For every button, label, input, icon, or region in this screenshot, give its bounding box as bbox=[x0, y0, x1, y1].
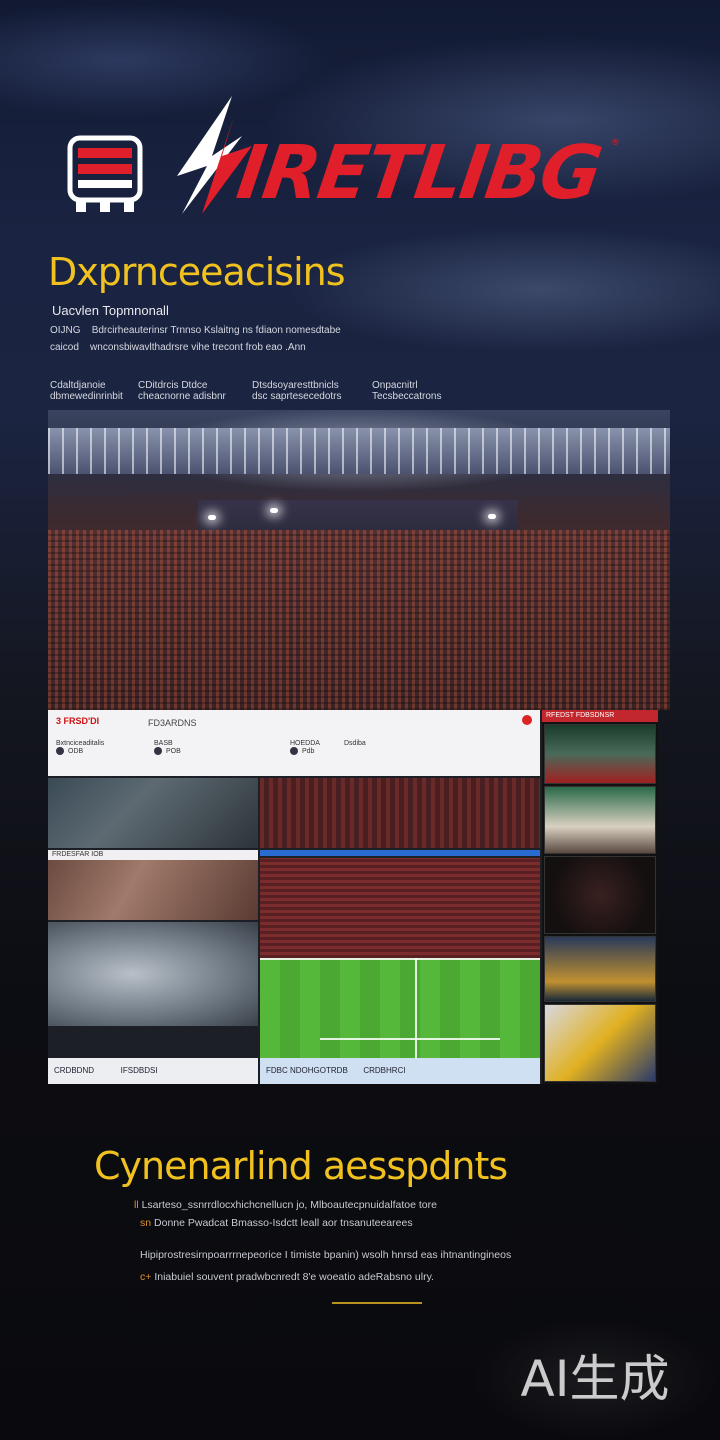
hero-headline: Dxprnceeacisins bbox=[48, 250, 346, 294]
scoreboard-strip bbox=[260, 850, 540, 856]
line-tag: c+ bbox=[140, 1271, 152, 1283]
section-line: Hipiprostresirnpoarrrnepeorice I timiste… bbox=[140, 1249, 511, 1261]
video-thumbnail[interactable] bbox=[48, 778, 258, 848]
stat-value: ODB bbox=[68, 747, 84, 755]
brand-wordmark: IRETLIBG bbox=[231, 130, 606, 216]
stat-item: BASB POB bbox=[154, 740, 181, 755]
section-divider bbox=[332, 1302, 422, 1304]
side-thumbnail[interactable] bbox=[544, 724, 656, 784]
section-line: sn Donne Pwadcat Bmasso-Isdctt leall aor… bbox=[140, 1217, 413, 1229]
footer-label: FDBC NDOHGOTRDB bbox=[266, 1066, 348, 1075]
panel-label: FRDESFAR IOB bbox=[48, 850, 258, 860]
floodlight bbox=[270, 508, 278, 513]
dashboard-header: 3 FRSD'DI FD3ARDNS Bxtnciceaditalis ODB … bbox=[48, 710, 540, 776]
dashboard-logo: 3 FRSD'DI bbox=[56, 716, 100, 726]
feature-title: Onpacnitrl bbox=[372, 380, 418, 391]
floodlight bbox=[208, 515, 216, 520]
stands-panel bbox=[260, 858, 540, 958]
notification-icon[interactable] bbox=[522, 715, 532, 725]
section-title: Cynenarlind aesspdnts bbox=[94, 1144, 508, 1188]
side-thumbnail[interactable] bbox=[544, 936, 656, 1002]
line-tag: sn bbox=[140, 1217, 152, 1229]
brand-emblem-icon bbox=[67, 135, 143, 212]
pitch-line bbox=[260, 958, 540, 960]
trademark-symbol: ® bbox=[612, 137, 619, 147]
feature-item: Onpacnitrl Tecsbeccatrons bbox=[372, 380, 441, 402]
stat-value: Pdb bbox=[302, 747, 315, 755]
stat-label: BASB bbox=[154, 740, 173, 747]
feature-title: Dtsdsoyaresttbnicls bbox=[252, 380, 339, 391]
stat-dot-icon bbox=[56, 747, 64, 755]
intro-line-2: caicod wnconsbiwavlthadrsre vihe trecont… bbox=[50, 342, 306, 353]
feature-item: Cdaltdjanoie dbmewedinrinbit bbox=[50, 380, 123, 402]
feature-desc: Tecsbeccatrons bbox=[372, 391, 442, 402]
dashboard-footer: CRDBDND IFSDBDSI bbox=[48, 1058, 258, 1084]
stat-label: Dsdiba bbox=[344, 740, 366, 747]
line-text: Lsarteso_ssnrrdlocxhichcnellucn jo, Mlbo… bbox=[141, 1199, 437, 1211]
side-thumbnail[interactable] bbox=[544, 786, 656, 854]
line-text: Donne Pwadcat Bmasso-Isdctt leall aor tn… bbox=[154, 1217, 413, 1229]
pitch-panel bbox=[260, 958, 540, 1058]
dashboard-footer: FDBC NDOHGOTRDB CRDBHRCI bbox=[260, 1058, 540, 1084]
dashboard-nav[interactable]: FD3ARDNS bbox=[148, 718, 197, 728]
stat-item: Bxtnciceaditalis ODB bbox=[56, 740, 104, 755]
hero-subhead: Uacvlen Topmnonall bbox=[52, 303, 169, 318]
intro-text: Bdrcirheauterinsr Trnnso Kslaitng ns fdi… bbox=[91, 325, 341, 336]
intro-tag: caicod bbox=[50, 342, 79, 353]
feature-desc: cheacnorne adisbnr bbox=[138, 391, 226, 402]
pitch-line bbox=[320, 1038, 500, 1040]
footer-label: IFSDBDSI bbox=[120, 1066, 158, 1075]
side-thumbnail[interactable] bbox=[544, 1004, 656, 1082]
feature-title: Cdaltdjanoie bbox=[50, 380, 106, 391]
stat-value: POB bbox=[166, 747, 181, 755]
feature-item: Dtsdsoyaresttbnicls dsc saprtesecedotrs bbox=[252, 380, 342, 402]
intro-tag: OIJNG bbox=[50, 325, 81, 336]
section-line: ll Lsarteso_ssnrrdlocxhichcnellucn jo, M… bbox=[134, 1199, 437, 1211]
stat-dot-icon bbox=[290, 747, 298, 755]
pitch-line bbox=[415, 958, 417, 1058]
side-header: RFEDST FDBSDNSR bbox=[542, 710, 658, 722]
footer-label: CRDBDND bbox=[54, 1066, 94, 1075]
feature-desc: dbmewedinrinbit bbox=[50, 391, 123, 402]
feature-title: CDitdrcis Dtdce bbox=[138, 380, 208, 391]
side-thumbnail[interactable] bbox=[544, 856, 656, 934]
stat-item: HOEDDA Pdb bbox=[290, 740, 320, 755]
feature-desc: dsc saprtesecedotrs bbox=[252, 391, 342, 402]
crowd-panel bbox=[260, 778, 540, 848]
stat-item: Dsdiba bbox=[344, 740, 366, 747]
stadium-hero-image bbox=[48, 410, 670, 710]
floodlight bbox=[488, 514, 496, 519]
stadium-roof bbox=[48, 428, 670, 474]
stat-label: HOEDDA bbox=[290, 740, 320, 747]
line-text: Iniabuiel souvent pradwbcnredt 8'e woeat… bbox=[154, 1271, 434, 1283]
players-thumbnail[interactable] bbox=[48, 860, 258, 920]
section-line: c+ Iniabuiel souvent pradwbcnredt 8'e wo… bbox=[140, 1271, 434, 1283]
side-thumbnails: RFEDST FDBSDNSR bbox=[542, 710, 658, 1084]
dashboard-preview: 3 FRSD'DI FD3ARDNS Bxtnciceaditalis ODB … bbox=[48, 710, 658, 1084]
stat-label: Bxtnciceaditalis bbox=[56, 740, 105, 747]
feature-item: CDitdrcis Dtdce cheacnorne adisbnr bbox=[138, 380, 226, 402]
line-tag: ll bbox=[134, 1199, 139, 1211]
ai-generated-watermark: AI生成 bbox=[470, 1318, 720, 1440]
line-text: Hipiprostresirnpoarrrnepeorice I timiste… bbox=[140, 1249, 512, 1261]
action-thumbnail[interactable] bbox=[48, 922, 258, 1026]
intro-line-1: OIJNG Bdrcirheauterinsr Trnnso Kslaitng … bbox=[50, 325, 341, 336]
stadium-crowd bbox=[48, 530, 670, 710]
footer-label: CRDBHRCI bbox=[363, 1066, 406, 1075]
intro-text: wnconsbiwavlthadrsre vihe trecont frob e… bbox=[90, 342, 306, 353]
stat-dot-icon bbox=[154, 747, 162, 755]
